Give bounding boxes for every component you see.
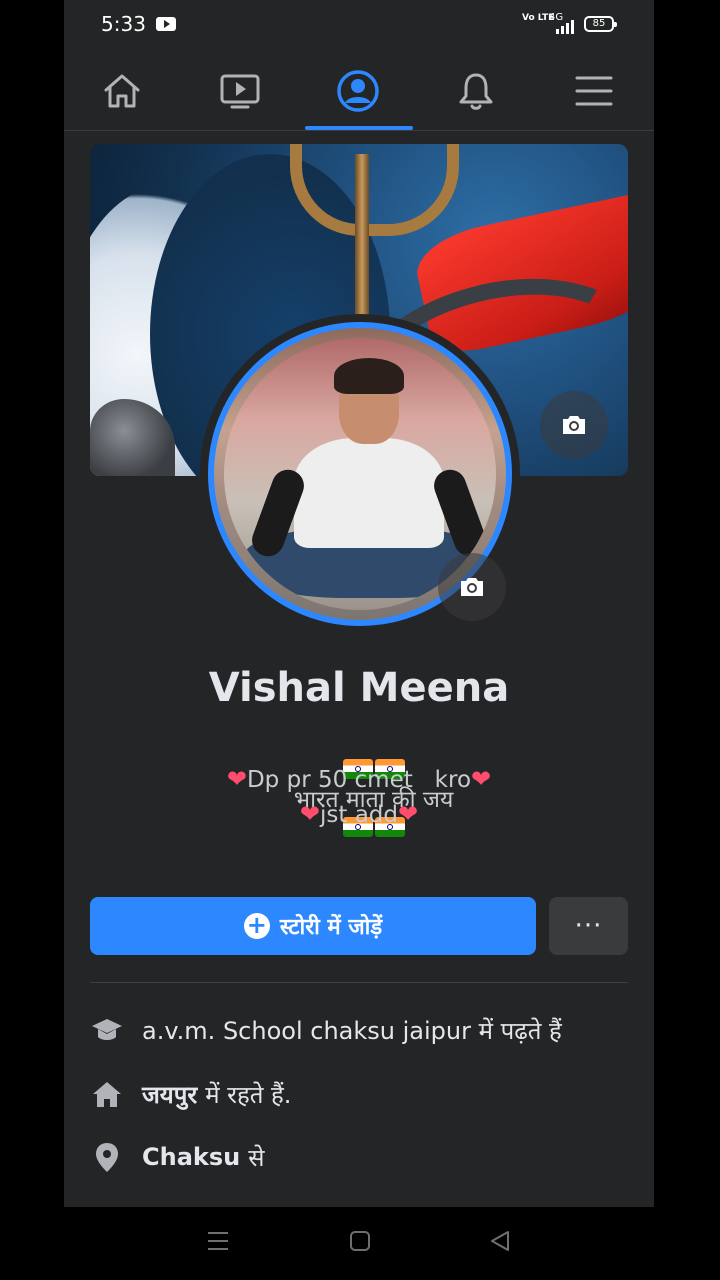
- detail-education: a.v.m. School chaksu jaipur में पढ़ते है…: [90, 1010, 628, 1050]
- profile-icon: [337, 70, 379, 112]
- status-time: 5:33: [101, 12, 146, 36]
- status-bar: 5:33 Vo LTE 4G 85: [64, 0, 654, 52]
- camera-icon: [461, 578, 483, 596]
- bio-text-3: jst add: [320, 802, 398, 828]
- plus-circle-icon: +: [243, 913, 270, 939]
- location-pin-icon: [90, 1140, 124, 1174]
- edit-cover-button[interactable]: [540, 391, 608, 459]
- camera-icon: [563, 416, 585, 434]
- bio-line-1: भारत माता की जय: [64, 730, 654, 866]
- youtube-notification-icon: [156, 17, 176, 31]
- home-icon: [90, 1077, 124, 1111]
- tab-home[interactable]: [87, 62, 157, 120]
- heart-icon: ❤: [226, 765, 247, 793]
- detail-city: जयपुर: [142, 1080, 198, 1109]
- education-icon: [90, 1013, 124, 1047]
- home-icon: [104, 74, 140, 108]
- cover-trident-shaft: [355, 154, 369, 334]
- bio-line-3: ❤jst add❤: [64, 800, 654, 828]
- more-options-button[interactable]: ···: [549, 897, 628, 955]
- video-icon: [220, 74, 260, 109]
- home-button-icon[interactable]: [348, 1229, 372, 1253]
- top-nav-bar: [64, 52, 654, 131]
- detail-lives-in: जयपुर में रहते हैं.: [90, 1074, 628, 1114]
- photo-shirt: [294, 438, 444, 548]
- tab-menu[interactable]: [559, 62, 629, 120]
- active-tab-indicator: [305, 126, 413, 130]
- heart-icon: ❤: [471, 765, 492, 793]
- battery-icon: 85: [584, 16, 617, 32]
- bell-icon: [459, 73, 493, 110]
- detail-education-text: a.v.m. School chaksu jaipur में पढ़ते है…: [142, 1016, 562, 1045]
- more-dots-icon: ···: [574, 911, 603, 941]
- add-to-story-label: स्टोरी में जोड़ें: [279, 915, 383, 940]
- app-screen: 5:33 Vo LTE 4G 85 Vishal Meena भारत माता…: [64, 0, 654, 1207]
- recent-apps-icon[interactable]: [206, 1229, 230, 1253]
- tab-notifications[interactable]: [441, 62, 511, 120]
- heart-arrow-icon: ❤: [299, 800, 320, 828]
- back-icon[interactable]: [488, 1229, 512, 1253]
- tab-profile[interactable]: [323, 62, 393, 120]
- menu-icon: [575, 76, 613, 106]
- bio-text-2: Dp pr 50 cmet kro: [246, 767, 472, 793]
- detail-from-text: से: [248, 1143, 265, 1172]
- tab-watch[interactable]: [205, 62, 275, 120]
- detail-hometown: Chaksu: [142, 1143, 241, 1171]
- detail-lives-in-text: में रहते हैं.: [205, 1080, 292, 1109]
- edit-profile-picture-button[interactable]: [438, 553, 506, 621]
- detail-from: Chaksu से: [90, 1137, 628, 1177]
- bio-line-2: ❤Dp pr 50 cmet kro❤: [64, 765, 654, 793]
- add-to-story-button[interactable]: + स्टोरी में जोड़ें: [90, 897, 536, 955]
- photo-hair: [334, 358, 404, 394]
- heart-arrow-icon: ❤: [398, 800, 419, 828]
- signal-strength-icon: [552, 18, 574, 34]
- system-nav-bar: [0, 1207, 720, 1280]
- section-divider: [90, 982, 628, 983]
- profile-name: Vishal Meena: [208, 665, 510, 711]
